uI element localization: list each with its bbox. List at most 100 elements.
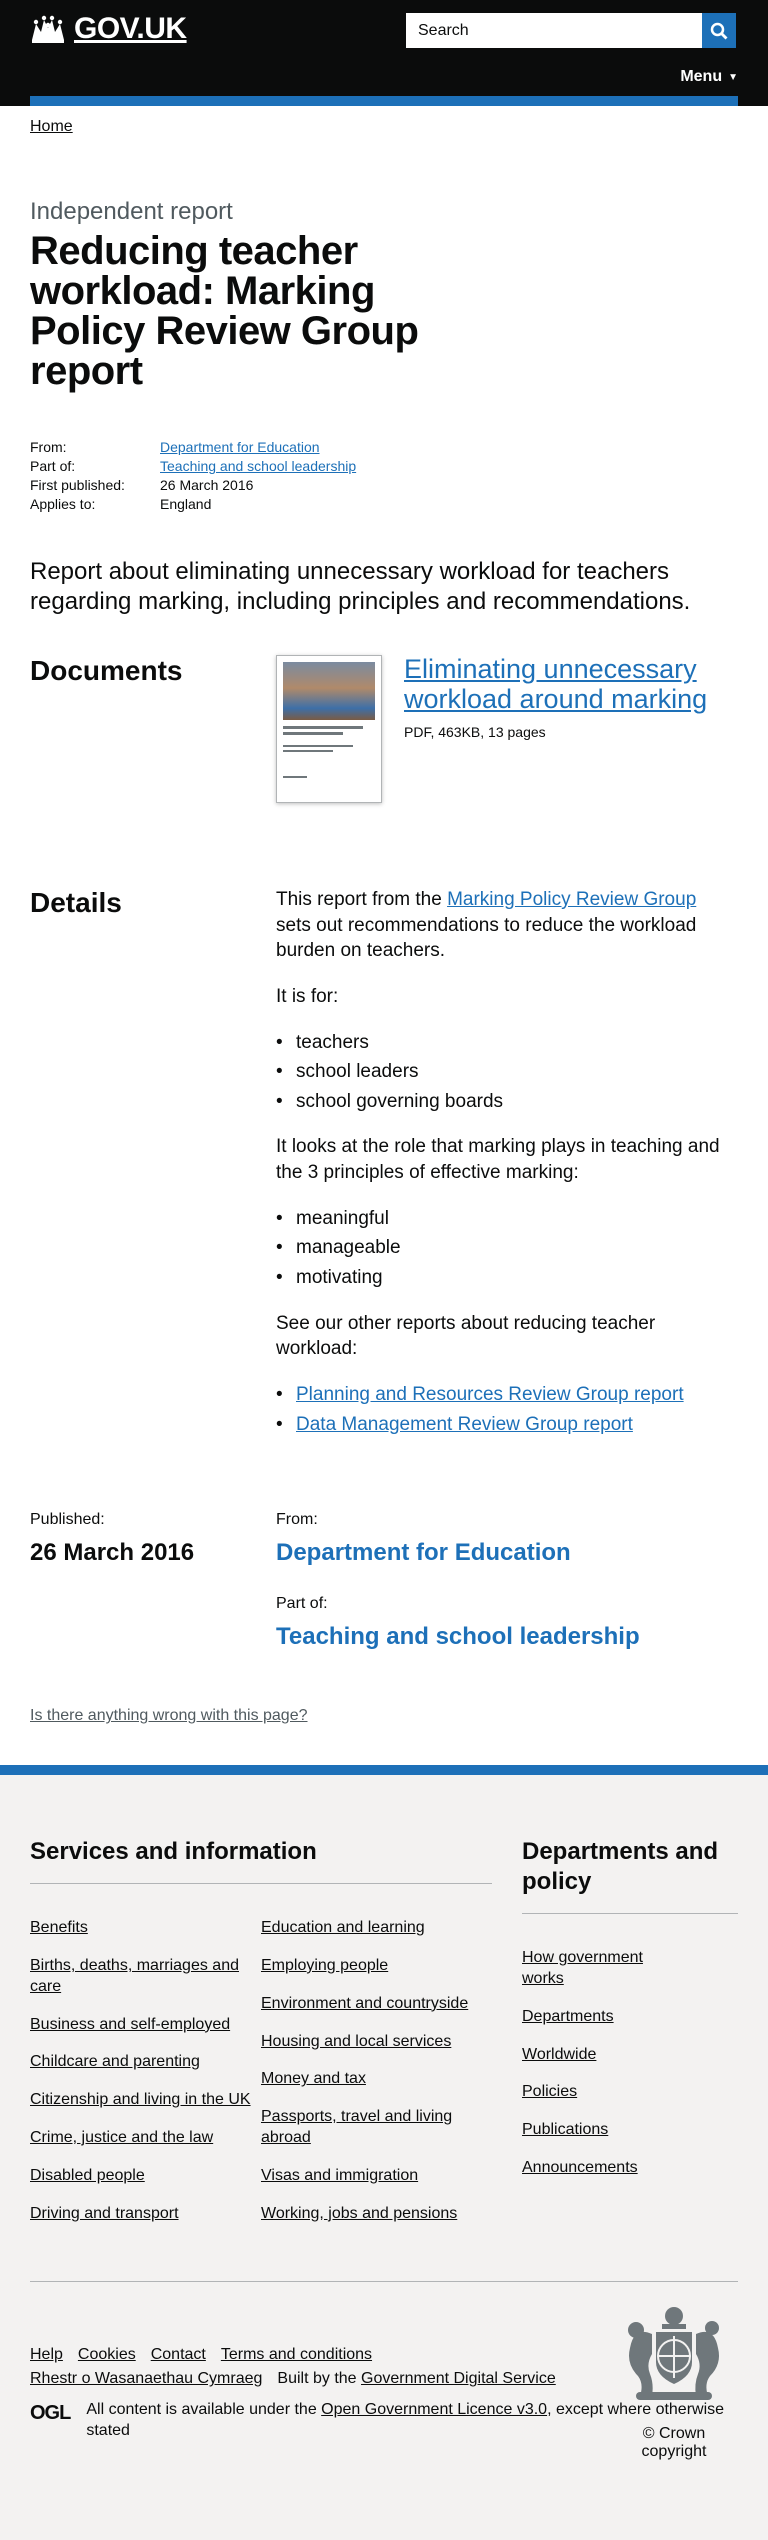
contact-link[interactable]: Contact xyxy=(151,2346,206,2364)
published-date: 26 March 2016 xyxy=(30,1539,195,1567)
list-item: Crime, justice and the law xyxy=(30,2128,261,2149)
principles-list: meaningful manageable motivating xyxy=(276,1206,736,1291)
footer-link[interactable]: Childcare and parenting xyxy=(30,2053,200,2070)
footer-link[interactable]: Environment and countryside xyxy=(261,1995,468,2012)
list-item: Policies xyxy=(522,2082,662,2103)
meta-key: Applies to: xyxy=(30,496,96,512)
published-date-col: Published: 26 March 2016 xyxy=(30,1511,276,1651)
published-block: Published: 26 March 2016 From: Departmen… xyxy=(30,1511,738,1651)
footer-link[interactable]: Departments xyxy=(522,2008,614,2025)
footer-link[interactable]: Disabled people xyxy=(30,2167,145,2184)
list-item: Births, deaths, marriages and care xyxy=(30,1956,261,1998)
meta-from-link[interactable]: Department for Education xyxy=(160,439,320,458)
departments-list: How government works Departments Worldwi… xyxy=(522,1948,738,2179)
footer-link[interactable]: Housing and local services xyxy=(261,2033,451,2050)
list-item: Passports, travel and living abroad xyxy=(261,2107,492,2149)
cookies-link[interactable]: Cookies xyxy=(78,2346,136,2364)
welsh-services-link[interactable]: Rhestr o Wasanaethau Cymraeg xyxy=(30,2370,262,2388)
main-content: Home Independent report Reducing teacher… xyxy=(0,106,768,1725)
search-form xyxy=(406,13,736,48)
list-item: Housing and local services xyxy=(261,2032,492,2053)
coat-of-arms-icon xyxy=(627,2307,719,2401)
details-paragraph: It is for: xyxy=(276,985,339,1007)
thumbnail-text-line xyxy=(283,726,363,729)
footer-link[interactable]: Publications xyxy=(522,2121,608,2138)
breadcrumb: Home xyxy=(30,106,738,136)
footer-link[interactable]: Education and learning xyxy=(261,1919,425,1936)
help-link[interactable]: Help xyxy=(30,2346,63,2364)
list-item: Planning and Resources Review Group repo… xyxy=(276,1382,736,1408)
menu-button[interactable]: Menu ▼ xyxy=(680,68,738,86)
list-item: Benefits xyxy=(30,1918,261,1939)
footer-divider xyxy=(30,2281,738,2283)
list-item: Departments xyxy=(522,2007,662,2028)
footer-link[interactable]: Benefits xyxy=(30,1919,88,1936)
list-item: Visas and immigration xyxy=(261,2166,492,2187)
caret-down-icon: ▼ xyxy=(728,71,738,83)
footer-link[interactable]: Money and tax xyxy=(261,2070,366,2087)
meta-row-applies-to: Applies to: England xyxy=(30,496,738,515)
from-organisation-link[interactable]: Department for Education xyxy=(276,1539,640,1567)
built-by: Built by the Government Digital Service xyxy=(277,2370,555,2388)
list-item: Environment and countryside xyxy=(261,1994,492,2015)
licence-prefix: All content is available under the xyxy=(86,2401,322,2419)
lead-paragraph: Report about eliminating unnecessary wor… xyxy=(30,558,691,615)
meta-key: Part of: xyxy=(30,458,76,474)
footer-link[interactable]: Worldwide xyxy=(522,2046,596,2063)
details-heading: Details xyxy=(30,887,122,918)
govuk-logo-link[interactable]: GOV.UK xyxy=(30,12,187,46)
footer-link[interactable]: How government works xyxy=(522,1949,643,1987)
crown-copyright-link[interactable]: © Crown copyright xyxy=(642,2425,707,2460)
list-item: Employing people xyxy=(261,1956,492,1977)
details-text: sets out recommendations to reduce the w… xyxy=(276,914,697,962)
footer-link[interactable]: Crime, justice and the law xyxy=(30,2129,213,2146)
copyright: © Crown copyright xyxy=(610,2425,738,2461)
services-list-2: Education and learning Employing people … xyxy=(261,1918,492,2241)
ogl-link[interactable]: Open Government Licence v3.0 xyxy=(321,2401,547,2418)
footer-link[interactable]: Passports, travel and living abroad xyxy=(261,2108,452,2146)
details-text: This report from the xyxy=(276,889,448,910)
title-block: Independent report Reducing teacher work… xyxy=(30,198,738,391)
footer-link[interactable]: Employing people xyxy=(261,1957,388,1974)
metadata: From: Department for Education Part of: … xyxy=(30,439,738,515)
terms-link[interactable]: Terms and conditions xyxy=(221,2346,372,2364)
search-input[interactable] xyxy=(406,13,702,48)
page-caption: Independent report xyxy=(30,198,233,225)
meta-part-of-link[interactable]: Teaching and school leadership xyxy=(160,458,356,477)
related-report-link[interactable]: Planning and Resources Review Group repo… xyxy=(296,1384,684,1405)
footer-meta: Help Cookies Contact Terms and condition… xyxy=(0,2307,768,2460)
part-of-collection-link[interactable]: Teaching and school leadership xyxy=(276,1623,640,1651)
document-thumbnail[interactable] xyxy=(276,655,382,803)
meta-row-part-of: Part of: Teaching and school leadership xyxy=(30,458,738,477)
menu-label: Menu xyxy=(680,68,723,85)
list-item: Driving and transport xyxy=(30,2204,261,2225)
meta-key: From: xyxy=(30,439,67,455)
footer-link[interactable]: Working, jobs and pensions xyxy=(261,2205,457,2222)
details-paragraph: This report from the Marking Policy Revi… xyxy=(276,887,736,964)
footer-link[interactable]: Visas and immigration xyxy=(261,2167,418,2184)
search-button[interactable] xyxy=(702,13,736,48)
related-report-link[interactable]: Data Management Review Group report xyxy=(296,1414,633,1435)
breadcrumb-home-link[interactable]: Home xyxy=(30,118,73,135)
footer-link[interactable]: Announcements xyxy=(522,2159,638,2176)
marking-policy-link[interactable]: Marking Policy Review Group xyxy=(447,889,696,910)
report-problem-link[interactable]: Is there anything wrong with this page? xyxy=(30,1707,308,1724)
footer-link[interactable]: Business and self-employed xyxy=(30,2016,230,2033)
list-item: Money and tax xyxy=(261,2069,492,2090)
list-item: Childcare and parenting xyxy=(30,2052,261,2073)
services-column: Services and information Benefits Births… xyxy=(30,1837,492,2241)
footer-link[interactable]: Citizenship and living in the UK xyxy=(30,2091,251,2108)
page-title: Reducing teacher workload: Marking Polic… xyxy=(30,229,419,393)
list-item: motivating xyxy=(276,1265,736,1291)
document-meta: PDF, 463KB, 13 pages xyxy=(404,724,546,741)
footer-link[interactable]: Driving and transport xyxy=(30,2205,179,2222)
departments-column: Departments and policy How government wo… xyxy=(522,1837,738,2241)
document-title-link[interactable]: Eliminating unnecessary workload around … xyxy=(404,654,724,714)
list-item: Working, jobs and pensions xyxy=(261,2204,492,2225)
footer-link[interactable]: Policies xyxy=(522,2083,577,2100)
footer-link[interactable]: Births, deaths, marriages and care xyxy=(30,1957,239,1995)
list-item: Business and self-employed xyxy=(30,2015,261,2036)
list-item: Publications xyxy=(522,2120,662,2141)
gds-link[interactable]: Government Digital Service xyxy=(361,2370,556,2387)
details-paragraph: It looks at the role that marking plays … xyxy=(276,1136,720,1184)
